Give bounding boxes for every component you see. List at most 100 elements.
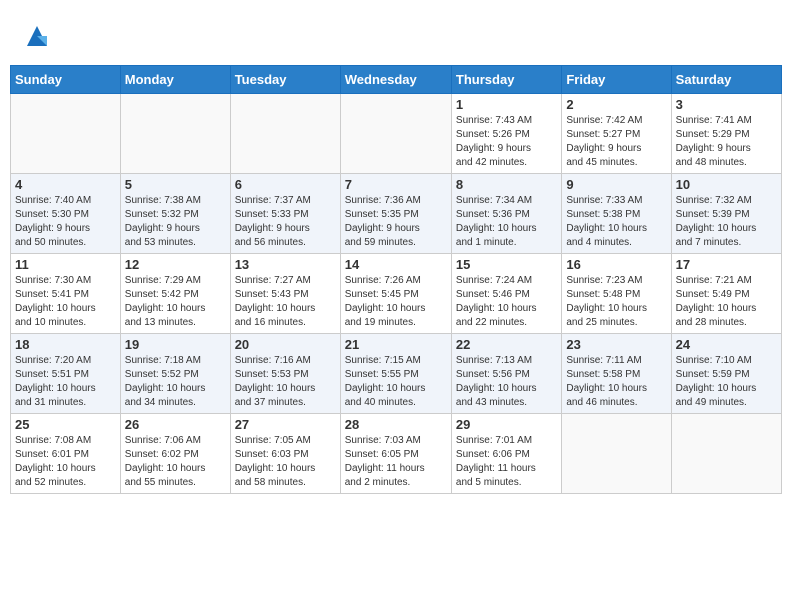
day-info: Sunrise: 7:43 AM Sunset: 5:26 PM Dayligh…	[456, 114, 557, 170]
day-number: 14	[345, 257, 447, 272]
day-info: Sunrise: 7:24 AM Sunset: 5:46 PM Dayligh…	[456, 274, 557, 330]
calendar-cell: 26 Sunrise: 7:06 AM Sunset: 6:02 PM Dayli…	[120, 414, 230, 494]
calendar-cell: 27Sunrise: 7:05 AM Sunset: 6:03 PM Dayli…	[230, 414, 340, 494]
day-info: Sunrise: 7:33 AM Sunset: 5:38 PM Dayligh…	[566, 194, 666, 250]
week-row-3: 11 Sunrise: 7:30 AM Sunset: 5:41 PM Dayli…	[11, 254, 782, 334]
day-number: 13	[235, 257, 336, 272]
weekday-header-wednesday: Wednesday	[340, 66, 451, 94]
calendar-cell: 24 Sunrise: 7:10 AM Sunset: 5:59 PM Dayli…	[671, 334, 781, 414]
calendar-cell: 10Sunrise: 7:32 AM Sunset: 5:39 PM Dayli…	[671, 174, 781, 254]
week-row-4: 18 Sunrise: 7:20 AM Sunset: 5:51 PM Dayli…	[11, 334, 782, 414]
calendar-cell: 4 Sunrise: 7:40 AM Sunset: 5:30 PM Daylig…	[11, 174, 121, 254]
weekday-header-saturday: Saturday	[671, 66, 781, 94]
day-info: Sunrise: 7:01 AM Sunset: 6:06 PM Dayligh…	[456, 434, 557, 490]
calendar-cell: 14 Sunrise: 7:26 AM Sunset: 5:45 PM Dayli…	[340, 254, 451, 334]
day-info: Sunrise: 7:15 AM Sunset: 5:55 PM Dayligh…	[345, 354, 447, 410]
calendar-cell	[120, 94, 230, 174]
day-info: Sunrise: 7:13 AM Sunset: 5:56 PM Dayligh…	[456, 354, 557, 410]
day-number: 26	[125, 417, 226, 432]
logo-icon	[23, 22, 51, 55]
day-info: Sunrise: 7:20 AM Sunset: 5:51 PM Dayligh…	[15, 354, 116, 410]
week-row-5: 25 Sunrise: 7:08 AM Sunset: 6:01 PM Dayli…	[11, 414, 782, 494]
day-number: 9	[566, 177, 666, 192]
day-number: 21	[345, 337, 447, 352]
calendar-cell: 2 Sunrise: 7:42 AM Sunset: 5:27 PM Daylig…	[562, 94, 671, 174]
calendar-cell: 15Sunrise: 7:24 AM Sunset: 5:46 PM Dayli…	[451, 254, 561, 334]
day-info: Sunrise: 7:18 AM Sunset: 5:52 PM Dayligh…	[125, 354, 226, 410]
calendar-cell: 11 Sunrise: 7:30 AM Sunset: 5:41 PM Dayli…	[11, 254, 121, 334]
calendar-cell: 13 Sunrise: 7:27 AM Sunset: 5:43 PM Dayli…	[230, 254, 340, 334]
calendar-cell: 6Sunrise: 7:37 AM Sunset: 5:33 PM Daylig…	[230, 174, 340, 254]
day-info: Sunrise: 7:16 AM Sunset: 5:53 PM Dayligh…	[235, 354, 336, 410]
day-info: Sunrise: 7:42 AM Sunset: 5:27 PM Dayligh…	[566, 114, 666, 170]
calendar-cell	[230, 94, 340, 174]
calendar-cell: 5 Sunrise: 7:38 AM Sunset: 5:32 PM Daylig…	[120, 174, 230, 254]
day-number: 19	[125, 337, 226, 352]
day-info: Sunrise: 7:11 AM Sunset: 5:58 PM Dayligh…	[566, 354, 666, 410]
calendar-cell: 8 Sunrise: 7:34 AM Sunset: 5:36 PM Daylig…	[451, 174, 561, 254]
calendar-cell: 25 Sunrise: 7:08 AM Sunset: 6:01 PM Dayli…	[11, 414, 121, 494]
day-number: 18	[15, 337, 116, 352]
calendar-cell: 1 Sunrise: 7:43 AM Sunset: 5:26 PM Daylig…	[451, 94, 561, 174]
calendar-cell: 19 Sunrise: 7:18 AM Sunset: 5:52 PM Dayli…	[120, 334, 230, 414]
day-info: Sunrise: 7:36 AM Sunset: 5:35 PM Dayligh…	[345, 194, 447, 250]
day-info: Sunrise: 7:26 AM Sunset: 5:45 PM Dayligh…	[345, 274, 447, 330]
week-row-1: 1 Sunrise: 7:43 AM Sunset: 5:26 PM Daylig…	[11, 94, 782, 174]
weekday-header-monday: Monday	[120, 66, 230, 94]
day-number: 17	[676, 257, 777, 272]
day-info: Sunrise: 7:05 AM Sunset: 6:03 PM Dayligh…	[235, 434, 336, 490]
day-number: 6	[235, 177, 336, 192]
day-info: Sunrise: 7:08 AM Sunset: 6:01 PM Dayligh…	[15, 434, 116, 490]
day-number: 7	[345, 177, 447, 192]
weekday-header-sunday: Sunday	[11, 66, 121, 94]
day-number: 28	[345, 417, 447, 432]
day-number: 2	[566, 97, 666, 112]
day-info: Sunrise: 7:27 AM Sunset: 5:43 PM Dayligh…	[235, 274, 336, 330]
calendar-cell: 29 Sunrise: 7:01 AM Sunset: 6:06 PM Dayli…	[451, 414, 561, 494]
day-number: 4	[15, 177, 116, 192]
day-number: 8	[456, 177, 557, 192]
calendar-cell: 28 Sunrise: 7:03 AM Sunset: 6:05 PM Dayli…	[340, 414, 451, 494]
weekday-header-row: SundayMondayTuesdayWednesdayThursdayFrid…	[11, 66, 782, 94]
day-info: Sunrise: 7:21 AM Sunset: 5:49 PM Dayligh…	[676, 274, 777, 330]
day-number: 5	[125, 177, 226, 192]
day-number: 16	[566, 257, 666, 272]
day-info: Sunrise: 7:23 AM Sunset: 5:48 PM Dayligh…	[566, 274, 666, 330]
calendar-cell: 22 Sunrise: 7:13 AM Sunset: 5:56 PM Dayli…	[451, 334, 561, 414]
day-info: Sunrise: 7:06 AM Sunset: 6:02 PM Dayligh…	[125, 434, 226, 490]
calendar-cell	[562, 414, 671, 494]
weekday-header-thursday: Thursday	[451, 66, 561, 94]
calendar: SundayMondayTuesdayWednesdayThursdayFrid…	[10, 65, 782, 494]
day-number: 1	[456, 97, 557, 112]
calendar-cell: 18 Sunrise: 7:20 AM Sunset: 5:51 PM Dayli…	[11, 334, 121, 414]
calendar-cell	[340, 94, 451, 174]
day-info: Sunrise: 7:30 AM Sunset: 5:41 PM Dayligh…	[15, 274, 116, 330]
day-info: Sunrise: 7:41 AM Sunset: 5:29 PM Dayligh…	[676, 114, 777, 170]
day-info: Sunrise: 7:29 AM Sunset: 5:42 PM Dayligh…	[125, 274, 226, 330]
page-header	[10, 10, 782, 60]
calendar-cell: 17 Sunrise: 7:21 AM Sunset: 5:49 PM Dayli…	[671, 254, 781, 334]
day-info: Sunrise: 7:03 AM Sunset: 6:05 PM Dayligh…	[345, 434, 447, 490]
day-info: Sunrise: 7:34 AM Sunset: 5:36 PM Dayligh…	[456, 194, 557, 250]
day-info: Sunrise: 7:10 AM Sunset: 5:59 PM Dayligh…	[676, 354, 777, 410]
day-number: 24	[676, 337, 777, 352]
logo	[20, 20, 51, 55]
weekday-header-tuesday: Tuesday	[230, 66, 340, 94]
week-row-2: 4 Sunrise: 7:40 AM Sunset: 5:30 PM Daylig…	[11, 174, 782, 254]
calendar-cell: 23Sunrise: 7:11 AM Sunset: 5:58 PM Dayli…	[562, 334, 671, 414]
calendar-cell: 20 Sunrise: 7:16 AM Sunset: 5:53 PM Dayli…	[230, 334, 340, 414]
day-number: 25	[15, 417, 116, 432]
weekday-header-friday: Friday	[562, 66, 671, 94]
day-number: 20	[235, 337, 336, 352]
calendar-cell: 3 Sunrise: 7:41 AM Sunset: 5:29 PM Daylig…	[671, 94, 781, 174]
calendar-cell	[671, 414, 781, 494]
day-info: Sunrise: 7:38 AM Sunset: 5:32 PM Dayligh…	[125, 194, 226, 250]
day-info: Sunrise: 7:40 AM Sunset: 5:30 PM Dayligh…	[15, 194, 116, 250]
day-number: 11	[15, 257, 116, 272]
calendar-cell: 16 Sunrise: 7:23 AM Sunset: 5:48 PM Dayli…	[562, 254, 671, 334]
day-number: 29	[456, 417, 557, 432]
day-number: 12	[125, 257, 226, 272]
day-number: 3	[676, 97, 777, 112]
calendar-cell: 21 Sunrise: 7:15 AM Sunset: 5:55 PM Dayli…	[340, 334, 451, 414]
day-number: 22	[456, 337, 557, 352]
